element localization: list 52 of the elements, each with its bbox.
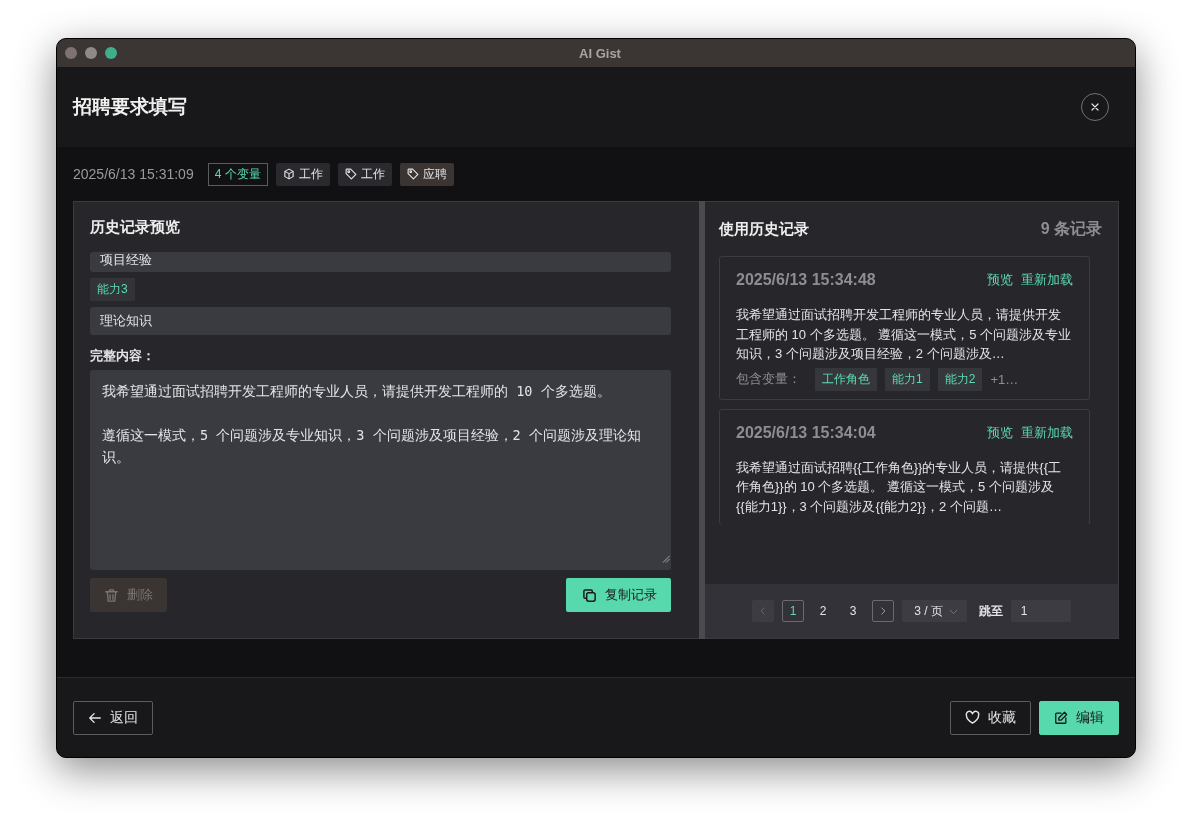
category-tag: 工作 [275,162,330,186]
record-timestamp: 2025/6/13 15:34:04 [736,423,876,442]
window-title: AI Gist [579,45,621,61]
variables-label: 包含变量： [736,370,801,388]
record-text: 我希望通过面试招聘开发工程师的专业人员，请提供开发工程师的 10 个多选题。 遵循这一模式，5 个问题涉及专业知识，3 个问题涉及项目经验，2 个问题涉及… [736,306,1073,363]
panel-title: 历史记录预览 [90,216,181,237]
close-icon [1089,101,1101,113]
variable-name-label: 能力3 [90,278,135,301]
page-button[interactable]: 3 [842,600,865,622]
window-close-button[interactable] [65,47,77,59]
copy-icon [582,587,597,603]
variable-chip: 能力2 [937,367,983,391]
reload-link[interactable]: 重新加载 [1021,271,1073,289]
preview-link[interactable]: 预览 [987,271,1013,289]
tag-chip: 应聘 [399,162,454,186]
page-size-select[interactable]: 3 / 页 [902,600,967,622]
favorite-button[interactable]: 收藏 [950,700,1031,735]
next-page-button[interactable] [872,600,895,622]
jump-label: 跳至 [978,602,1003,620]
page-button[interactable]: 2 [812,600,835,622]
variable-value-field: 理论知识 [90,307,671,335]
splitter-handle[interactable] [699,201,705,639]
content-text-area[interactable]: 我希望通过面试招聘开发工程师的专业人员，请提供开发工程师的 10 个多选题。 遵循这一模式，5 个问题涉及专业知识，3 个问题涉及项目经验，2 个问题涉及理论知识。 [90,370,671,570]
heart-icon [965,710,980,725]
variable-value-field: 项目经验 [90,252,671,272]
window-zoom-button[interactable] [105,47,117,59]
record-text: 我希望通过面试招聘{{工作角色}}的专业人员，请提供{{工作角色}}的 10 个多选题。 遵循这一模式，5 个问题涉及{{能力1}}，3 个问题涉及{{能力2}}，2 个问题… [736,458,1063,516]
edit-icon [1054,710,1068,725]
record-count: 9 条记录 [1040,218,1102,239]
record-timestamp: 2025/6/13 15:34:48 [736,271,876,289]
variable-count-badge: 4 个变量 [207,162,268,186]
cube-icon [282,168,295,180]
page-button[interactable]: 1 [782,600,805,622]
variable-chip: 工作角色 [815,367,877,391]
content-label: 完整内容： [90,347,156,365]
jump-page-input[interactable]: 1 [1010,600,1071,622]
timestamp: 2025/6/13 15:31:09 [73,166,194,182]
window-minimize-button[interactable] [85,47,97,59]
more-variables-count: +1… [990,371,1019,387]
back-button[interactable]: 返回 [73,700,153,735]
tag-icon [406,168,419,180]
copy-record-button[interactable]: 复制记录 [566,578,671,612]
dialog-title: 招聘要求填写 [73,95,187,119]
reload-link[interactable]: 重新加载 [1021,423,1073,442]
variable-chip: 能力1 [885,367,930,391]
trash-icon [104,587,119,603]
arrow-left-icon [88,710,102,725]
panel-title: 使用历史记录 [719,219,809,239]
tag-chip: 工作 [337,162,392,186]
edit-button[interactable]: 编辑 [1039,700,1119,735]
preview-link[interactable]: 预览 [987,423,1013,442]
tag-icon [344,168,357,180]
